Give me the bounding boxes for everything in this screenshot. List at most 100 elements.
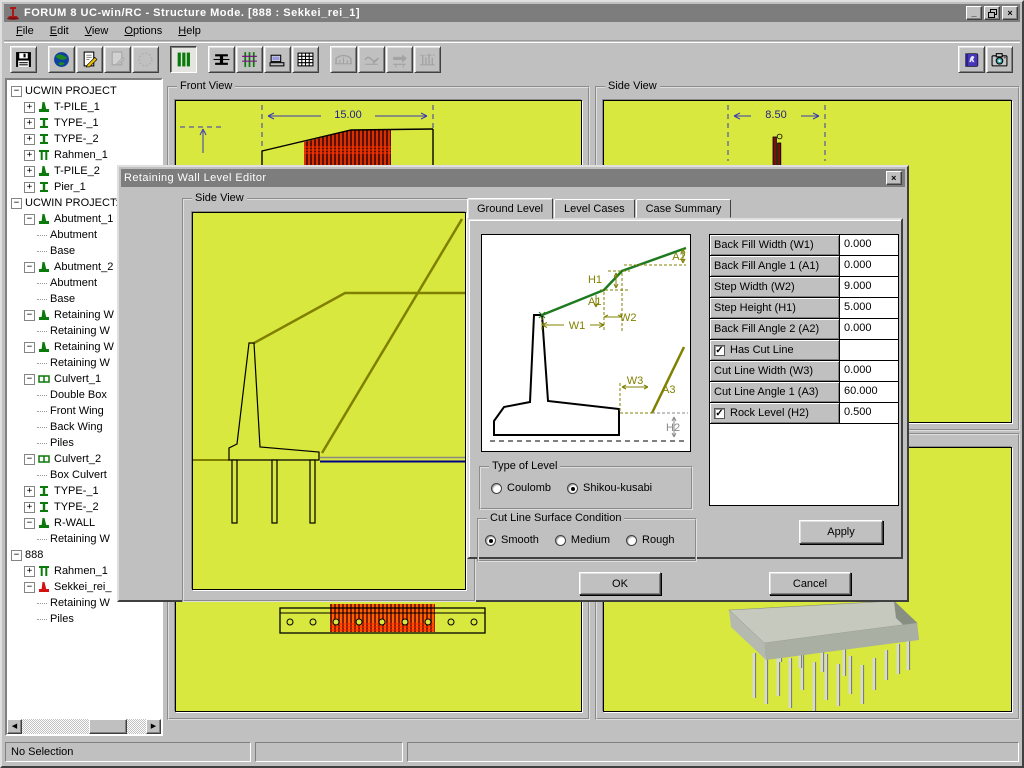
collapse-minus-icon[interactable]: − [11,198,22,209]
tree-item-label: Retaining W [54,309,114,321]
frame-grid-button[interactable] [236,46,263,73]
expand-plus-icon[interactable]: + [24,182,35,193]
title-bar[interactable]: FORUM 8 UC-win/RC - Structure Mode. [888… [4,4,1020,22]
tree-item-type-1[interactable]: +TYPE-_1 [7,115,161,131]
collapse-minus-icon[interactable]: − [24,262,35,273]
ok-button[interactable]: OK [579,572,661,595]
dialog-wall-drawing [193,213,466,590]
menu-item-options[interactable]: Options [116,23,170,39]
restore-button[interactable] [984,6,1000,20]
tab-level-cases[interactable]: Level Cases [554,199,635,218]
scroll-left-arrow[interactable]: ◀ [7,719,22,734]
expand-plus-icon[interactable]: + [24,502,35,513]
menu-item-file[interactable]: File [8,23,42,39]
bench-button[interactable] [264,46,291,73]
tree-connector [37,539,47,540]
radio-option-shikou-kusabi[interactable]: Shikou-kusabi [567,482,652,494]
property-value-field[interactable]: 0.000 [840,235,898,256]
collapse-minus-icon[interactable]: − [24,454,35,465]
dialog-close-icon[interactable]: × [886,171,902,185]
globe-button[interactable] [48,46,75,73]
book-button[interactable] [958,46,985,73]
ibeam-icon [38,485,51,497]
property-value-field[interactable]: 9.000 [840,277,898,298]
radio-selected-icon[interactable] [485,535,496,546]
collapse-minus-icon[interactable]: − [11,550,22,561]
tree-item-piles[interactable]: Piles [7,611,161,627]
wallred-icon [38,581,51,593]
tree-item-ucwin-project[interactable]: −UCWIN PROJECT [7,83,161,99]
camera-button[interactable] [986,46,1013,73]
tree-horizontal-scrollbar[interactable]: ◀ ▶ [7,719,161,734]
property-value-field[interactable]: 0.000 [840,319,898,340]
radio-unselected-icon[interactable] [555,535,566,546]
tab-case-summary[interactable]: Case Summary [636,199,732,218]
collapse-minus-icon[interactable]: − [24,310,35,321]
property-value-field[interactable]: 5.000 [840,298,898,319]
collapse-minus-icon[interactable]: − [24,214,35,225]
checkbox-checked[interactable]: ✓ [714,408,725,419]
tree-item-label: R-WALL [54,517,95,529]
menu-item-edit[interactable]: Edit [42,23,77,39]
close-button[interactable]: × [1002,6,1018,20]
radio-option-smooth[interactable]: Smooth [485,534,539,546]
expand-plus-icon[interactable]: + [24,166,35,177]
checkbox-checked[interactable]: ✓ [714,345,725,356]
tree-item-label: Piles [50,613,74,625]
status-panel-1: No Selection [5,742,251,762]
radio-selected-icon[interactable] [567,483,578,494]
radio-option-coulomb[interactable]: Coulomb [491,482,551,494]
property-value-field[interactable]: 0.000 [840,361,898,382]
tree-connector [37,443,47,444]
expand-plus-icon[interactable]: + [24,102,35,113]
dialog-tab-control: Ground LevelLevel CasesCase Summary [467,199,903,559]
property-value-field[interactable]: 0.000 [840,256,898,277]
tree-item-label: TYPE-_1 [54,485,99,497]
tree-item-t-pile-1[interactable]: +T-PILE_1 [7,99,161,115]
ibeam-button[interactable] [208,46,235,73]
apply-button[interactable]: Apply [799,520,883,544]
minimize-button[interactable]: _ [966,6,982,20]
expand-plus-icon[interactable]: + [24,118,35,129]
radio-option-medium[interactable]: Medium [555,534,610,546]
radio-unselected-icon[interactable] [491,483,502,494]
menu-item-view[interactable]: View [77,23,117,39]
ground-level-property-grid: Back Fill Width (W1)0.000Back Fill Angle… [709,234,899,506]
pillars-button[interactable] [170,46,197,73]
property-value-field[interactable] [840,340,898,361]
tree-item-label: Retaining W [50,533,110,545]
tree-item-rahmen-1[interactable]: +Rahmen_1 [7,147,161,163]
collapse-minus-icon[interactable]: − [24,582,35,593]
scroll-right-arrow[interactable]: ▶ [146,719,161,734]
property-row: Cut Line Width (W3)0.000 [710,361,898,382]
collapse-minus-icon[interactable]: − [24,374,35,385]
menu-item-help[interactable]: Help [170,23,209,39]
tab-ground-level[interactable]: Ground Level [467,198,553,219]
save-button[interactable] [10,46,37,73]
collapse-minus-icon[interactable]: − [24,518,35,529]
property-value-field[interactable]: 0.500 [840,403,898,424]
scroll-thumb[interactable] [89,719,127,734]
dialog-side-view-canvas[interactable] [192,212,466,590]
dot-select-icon [137,51,154,68]
dialog-title-bar[interactable]: Retaining Wall Level Editor × [121,169,905,187]
edit-document-button[interactable] [76,46,103,73]
window-title: FORUM 8 UC-win/RC - Structure Mode. [888… [24,7,360,19]
collapse-minus-icon[interactable]: − [11,86,22,97]
property-value-field[interactable]: 60.000 [840,382,898,403]
expand-plus-icon[interactable]: + [24,150,35,161]
radio-label: Smooth [501,534,539,546]
app-logo-icon [6,6,20,20]
cancel-button[interactable]: Cancel [769,572,851,595]
property-label: Back Fill Angle 2 (A2) [710,319,840,340]
table-grid-button[interactable] [292,46,319,73]
radio-unselected-icon[interactable] [626,535,637,546]
collapse-minus-icon[interactable]: − [24,342,35,353]
load-pen-icon [363,51,380,68]
expand-plus-icon[interactable]: + [24,134,35,145]
tree-item-type-2[interactable]: +TYPE-_2 [7,131,161,147]
expand-plus-icon[interactable]: + [24,566,35,577]
culvert-icon [38,373,51,385]
expand-plus-icon[interactable]: + [24,486,35,497]
radio-option-rough[interactable]: Rough [626,534,674,546]
